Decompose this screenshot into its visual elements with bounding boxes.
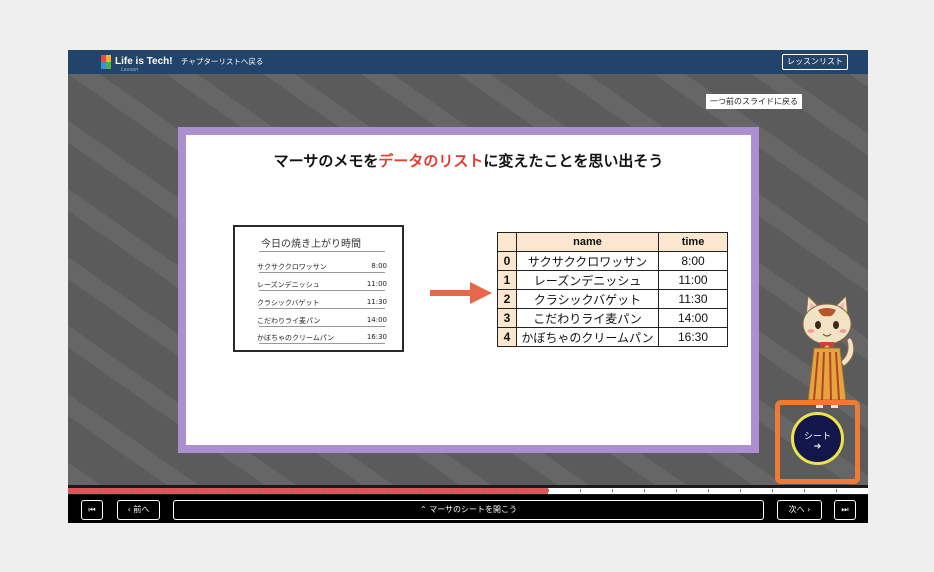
- memo-row: かぼちゃのクリームパン 16:30: [257, 333, 387, 342]
- slide-frame: マーサのメモをデータのリストに変えたことを思い出そう 今日の焼き上がり時間 サク…: [178, 127, 759, 453]
- progress-tick: [132, 489, 133, 492]
- progress-tick: [644, 489, 645, 492]
- previous-button[interactable]: ‹ 前へ: [117, 500, 160, 520]
- memo-divider: [259, 290, 385, 291]
- open-martha-sheet-button[interactable]: ⌃ マーサのシートを開こう: [173, 500, 764, 520]
- bakery-memo: 今日の焼き上がり時間 サクサククロワッサン 8:00 レーズンデニッシュ 11:00…: [233, 225, 404, 352]
- open-sheet-button[interactable]: シート ➔: [791, 412, 844, 465]
- skip-end-icon: ⏭: [841, 505, 849, 514]
- table-row: 3 こだわりライ麦パン 14:00: [497, 308, 728, 328]
- progress-tick: [836, 489, 837, 492]
- life-is-tech-logo[interactable]: Life is Tech! Lesson: [101, 54, 173, 73]
- logo-icon: [101, 55, 111, 69]
- progress-tick: [100, 489, 101, 492]
- top-bar: Life is Tech! Lesson チャプターリストへ戻る レッスンリスト: [68, 50, 868, 74]
- sheet-button-label: シート: [803, 432, 831, 442]
- slide-stage: 一つ前のスライドに戻る マーサのメモをデータのリストに変えたことを思い出そう 今…: [68, 74, 868, 485]
- progress-tick: [196, 489, 197, 492]
- right-arrow-icon: [430, 282, 492, 304]
- bottom-controls: ⏮ ‹ 前へ ⌃ マーサのシートを開こう 次へ › ⏭: [68, 495, 868, 523]
- progress-bar[interactable]: [68, 485, 868, 495]
- progress-tick: [484, 489, 485, 492]
- progress-tick: [164, 489, 165, 492]
- first-slide-button[interactable]: ⏮: [81, 500, 103, 520]
- row-index: 1: [497, 270, 517, 290]
- memo-row: クラシックバゲット 11:30: [257, 298, 387, 307]
- progress-tick: [548, 489, 549, 492]
- time-cell: 11:00: [658, 270, 728, 290]
- progress-tick: [740, 489, 741, 492]
- name-cell: レーズンデニッシュ: [516, 270, 659, 290]
- last-slide-button[interactable]: ⏭: [834, 500, 856, 520]
- progress-tick: [676, 489, 677, 492]
- back-to-chapter-list-link[interactable]: チャプターリストへ戻る: [181, 56, 263, 67]
- previous-slide-button[interactable]: 一つ前のスライドに戻る: [706, 94, 802, 109]
- progress-tick: [420, 489, 421, 492]
- memo-divider: [259, 326, 385, 327]
- logo-subtext: Lesson: [121, 67, 139, 73]
- memo-row: レーズンデニッシュ 11:00: [257, 280, 387, 289]
- progress-tick: [228, 489, 229, 492]
- progress-tick: [356, 489, 357, 492]
- table-row: 4 かぼちゃのクリームパン 16:30: [497, 327, 728, 347]
- progress-tick: [388, 489, 389, 492]
- cat-mascot-illustration: [802, 296, 855, 408]
- name-cell: こだわりライ麦パン: [516, 308, 659, 328]
- memo-divider: [259, 308, 385, 309]
- dataframe-table: name time 0 サクサククロワッサン 8:00 1 レーズンデニッシュ …: [497, 232, 728, 347]
- row-index: 0: [497, 251, 517, 271]
- progress-tick: [580, 489, 581, 492]
- lesson-viewer: Life is Tech! Lesson チャプターリストへ戻る レッスンリスト…: [68, 50, 868, 523]
- name-cell: クラシックバゲット: [516, 289, 659, 309]
- memo-row: こだわりライ麦パン 14:00: [257, 316, 387, 325]
- progress-tick: [708, 489, 709, 492]
- time-cell: 11:30: [658, 289, 728, 309]
- memo-divider: [259, 343, 385, 344]
- progress-tick: [324, 489, 325, 492]
- progress-tick: [292, 489, 293, 492]
- time-column-header: time: [658, 232, 728, 252]
- row-index: 2: [497, 289, 517, 309]
- time-cell: 16:30: [658, 327, 728, 347]
- name-cell: かぼちゃのクリームパン: [516, 327, 659, 347]
- time-cell: 14:00: [658, 308, 728, 328]
- progress-tick: [260, 489, 261, 492]
- name-column-header: name: [516, 232, 659, 252]
- table-header-row: name time: [497, 232, 728, 252]
- memo-title: 今日の焼き上がり時間: [261, 239, 361, 250]
- memo-row: サクサククロワッサン 8:00: [257, 262, 387, 271]
- row-index: 4: [497, 327, 517, 347]
- logo-text: Life is Tech!: [115, 56, 173, 67]
- table-row: 1 レーズンデニッシュ 11:00: [497, 270, 728, 290]
- index-header: [497, 232, 517, 252]
- lesson-list-button[interactable]: レッスンリスト: [782, 54, 848, 70]
- name-cell: サクサククロワッサン: [516, 251, 659, 271]
- arrow-right-icon: ➔: [813, 442, 822, 452]
- progress-tick: [612, 489, 613, 492]
- next-button[interactable]: 次へ ›: [777, 500, 822, 520]
- slide-title: マーサのメモをデータのリストに変えたことを思い出そう: [273, 152, 664, 170]
- memo-divider: [259, 272, 385, 273]
- time-cell: 8:00: [658, 251, 728, 271]
- row-index: 3: [497, 308, 517, 328]
- progress-tick: [516, 489, 517, 492]
- memo-divider: [259, 251, 385, 252]
- table-row: 0 サクサククロワッサン 8:00: [497, 251, 728, 271]
- progress-fill: [68, 488, 548, 494]
- progress-tick: [804, 489, 805, 492]
- skip-start-icon: ⏮: [88, 505, 96, 514]
- table-row: 2 クラシックバゲット 11:30: [497, 289, 728, 309]
- progress-tick: [772, 489, 773, 492]
- slide-content: マーサのメモをデータのリストに変えたことを思い出そう 今日の焼き上がり時間 サク…: [186, 135, 751, 445]
- progress-tick: [452, 489, 453, 492]
